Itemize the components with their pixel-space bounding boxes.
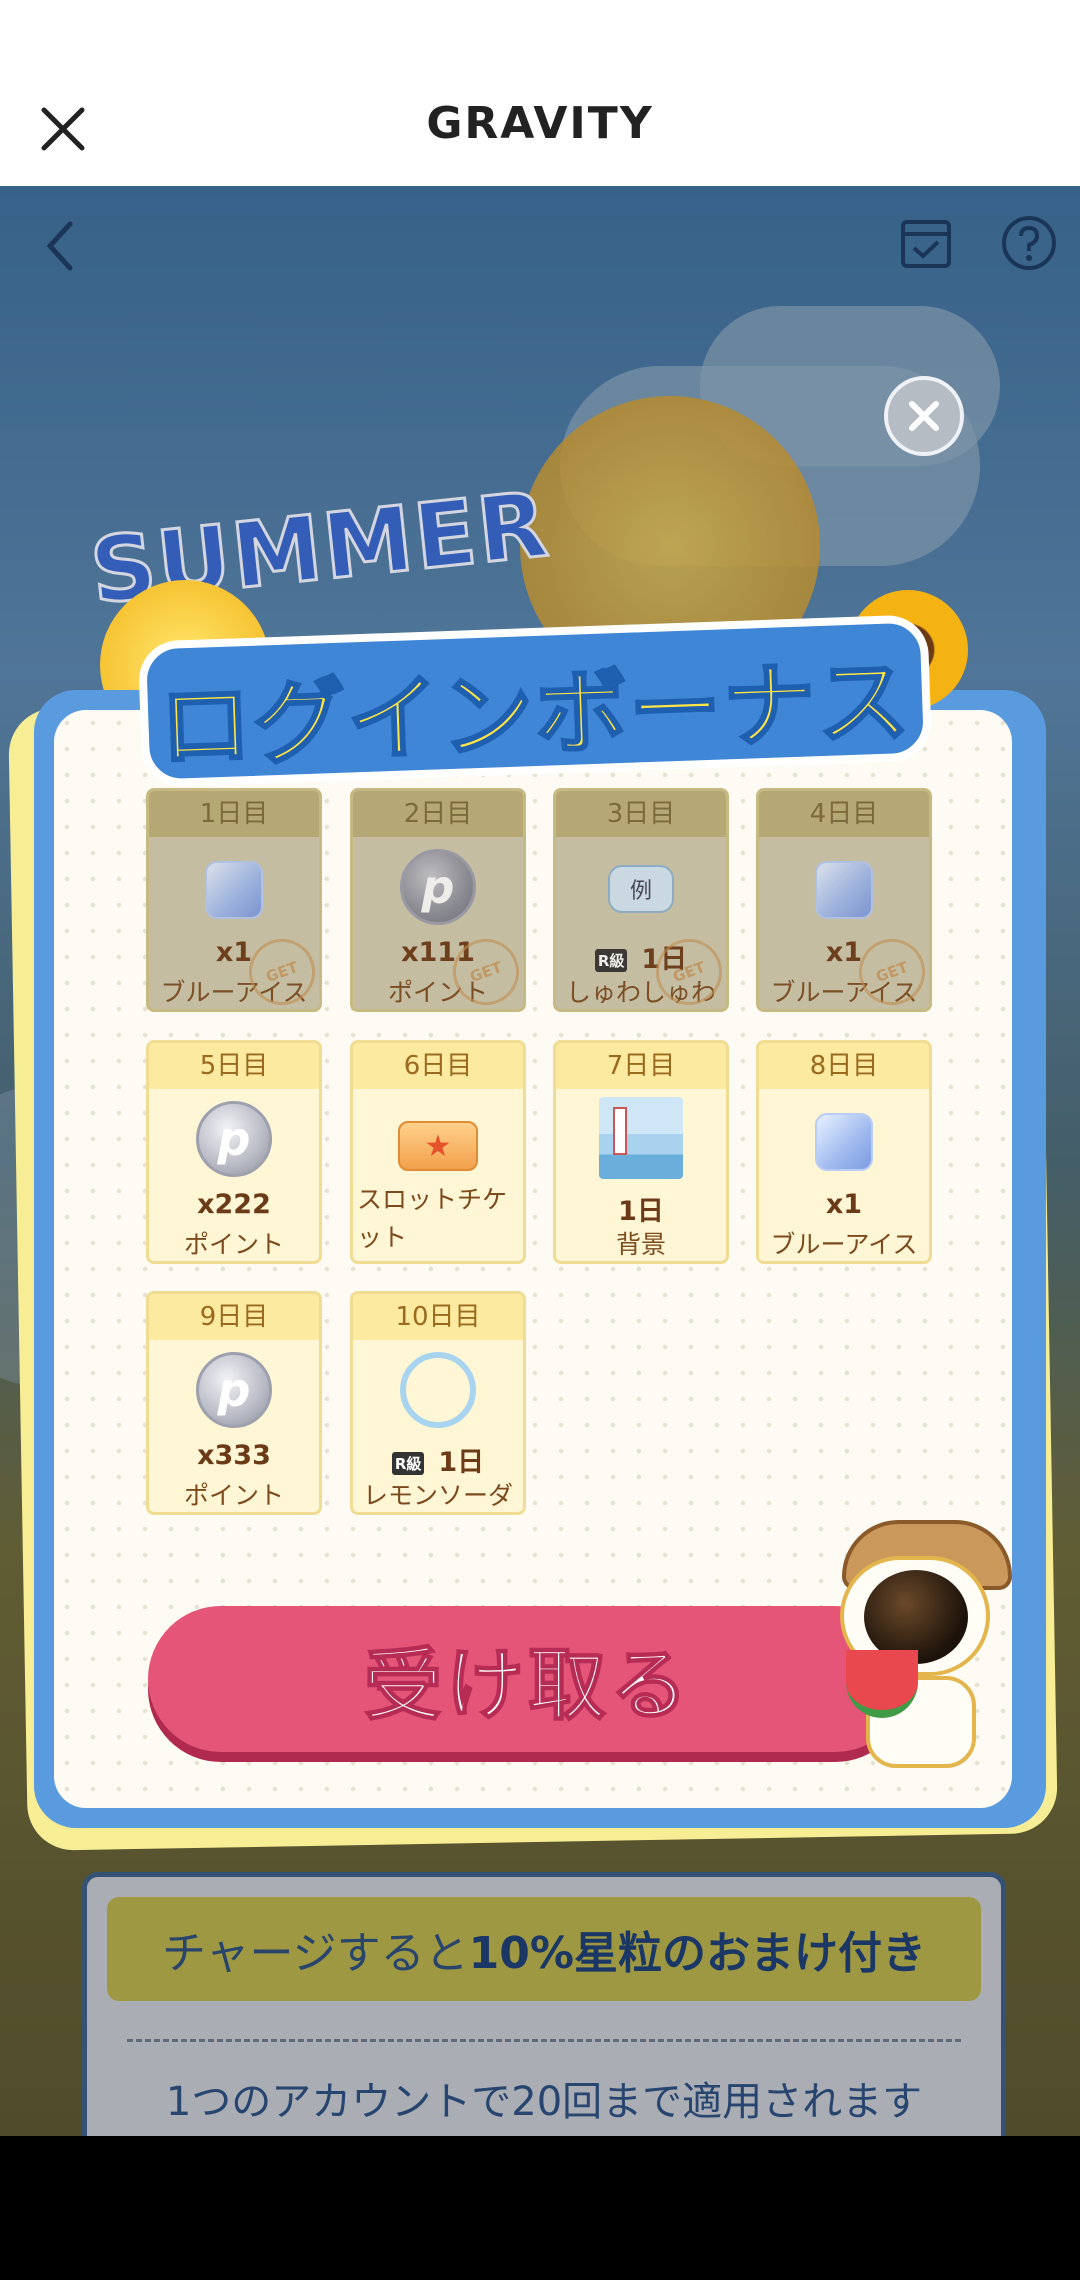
day-label: 9日目 <box>149 1294 319 1340</box>
day-cell-4: 4日目 x1 ブルーアイス GET <box>756 788 932 1012</box>
day-label: 8日目 <box>759 1043 929 1089</box>
astronaut-mascot <box>822 1500 1022 1780</box>
point-coin-icon: p <box>196 1352 272 1428</box>
day-item-name: ブルーアイス <box>770 1230 918 1259</box>
day-cell-10: 10日目 R級 1日 レモンソーダ <box>350 1291 526 1515</box>
day-qty: 1日 <box>618 1196 664 1227</box>
app-bar: GRAVITY <box>0 0 1080 186</box>
day-label: 1日目 <box>149 791 319 837</box>
rank-badge: R級 <box>594 949 628 972</box>
day-label: 6日目 <box>353 1043 523 1089</box>
claim-button[interactable]: 受け取る <box>148 1606 908 1752</box>
login-bonus-title: ログインボーナス <box>156 646 914 782</box>
day-qty-row: R級 1日 <box>353 1440 523 1479</box>
day-cell-1: 1日目 x1 ブルーアイス GET <box>146 788 322 1012</box>
day-qty: 1日 <box>438 1447 485 1478</box>
day-cell-8: 8日目 x1 ブルーアイス <box>756 1040 932 1264</box>
login-bonus-title-banner: ログインボーナス <box>137 614 933 788</box>
day-item-name: スロットチケット <box>357 1185 508 1252</box>
day-label: 5日目 <box>149 1043 319 1089</box>
blue-ice-icon <box>205 861 263 919</box>
background-scene-icon <box>599 1097 683 1179</box>
day-item-name: ポイント <box>183 1481 284 1510</box>
day-label: 10日目 <box>353 1294 523 1340</box>
get-stamp: GET <box>646 929 726 1009</box>
rank-badge: R級 <box>391 1452 425 1475</box>
speech-bubble-icon: 例 <box>608 865 674 913</box>
day-label: 4日目 <box>759 791 929 837</box>
get-stamp: GET <box>849 929 929 1009</box>
day-cell-7: 7日目 1日 背景 <box>553 1040 729 1264</box>
blue-ice-icon <box>815 1113 873 1171</box>
get-stamp: GET <box>239 929 319 1009</box>
day-cell-6: 6日目 ★ スロットチケット <box>350 1040 526 1264</box>
day-cell-5: 5日目 p x222 ポイント <box>146 1040 322 1264</box>
close-circle-icon[interactable] <box>884 376 964 456</box>
day-item-name: レモンソーダ <box>362 1481 513 1510</box>
day-cell-2: 2日目 p x111 ポイント GET <box>350 788 526 1012</box>
app-title: GRAVITY <box>426 98 654 149</box>
day-label: 7日目 <box>556 1043 726 1089</box>
day-label: 2日目 <box>353 791 523 837</box>
ring-frame-icon <box>400 1352 476 1428</box>
slot-ticket-icon: ★ <box>398 1121 478 1171</box>
point-coin-icon: p <box>196 1101 272 1177</box>
day-cell-9: 9日目 p x333 ポイント <box>146 1291 322 1515</box>
day-label: 3日目 <box>556 791 726 837</box>
day-item-name: ポイント <box>183 1230 284 1259</box>
day-qty: x1 <box>825 1189 863 1220</box>
blue-ice-icon <box>815 861 873 919</box>
point-coin-icon: p <box>400 849 476 925</box>
day-cell-3: 3日目 例 R級 1日 しゅわしゅわ GET <box>553 788 729 1012</box>
day-item-name: 背景 <box>615 1230 666 1259</box>
day-qty: x333 <box>197 1440 271 1471</box>
day-qty: x222 <box>197 1189 271 1220</box>
get-stamp: GET <box>443 929 523 1009</box>
